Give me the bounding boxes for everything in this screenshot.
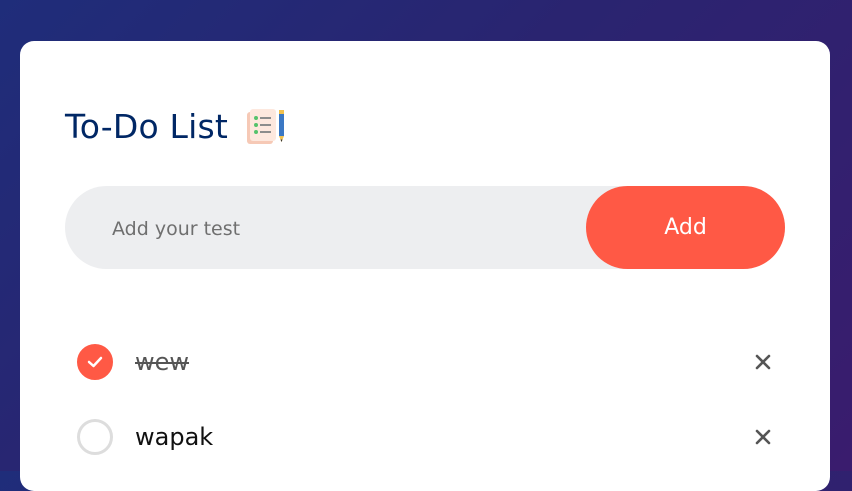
page-title: To-Do List bbox=[65, 106, 229, 146]
close-icon[interactable] bbox=[749, 348, 777, 376]
notepad-pencil-icon bbox=[244, 106, 288, 146]
task-list: wew wapak bbox=[77, 324, 777, 474]
add-button[interactable]: Add bbox=[586, 186, 785, 269]
list-item[interactable]: wapak bbox=[77, 399, 777, 474]
task-text: wapak bbox=[135, 422, 214, 451]
close-icon[interactable] bbox=[749, 423, 777, 451]
task-text: wew bbox=[135, 347, 190, 376]
list-item[interactable]: wew bbox=[77, 324, 777, 399]
add-task-bar: Add bbox=[65, 186, 785, 271]
todo-card: To-Do List Add your test Add wew wapak bbox=[20, 41, 830, 491]
task-input[interactable] bbox=[110, 186, 574, 271]
checkbox-unchecked[interactable] bbox=[77, 418, 113, 455]
header: To-Do List bbox=[65, 106, 288, 146]
checkmark-icon bbox=[87, 356, 103, 367]
checkbox-checked[interactable] bbox=[77, 343, 113, 380]
